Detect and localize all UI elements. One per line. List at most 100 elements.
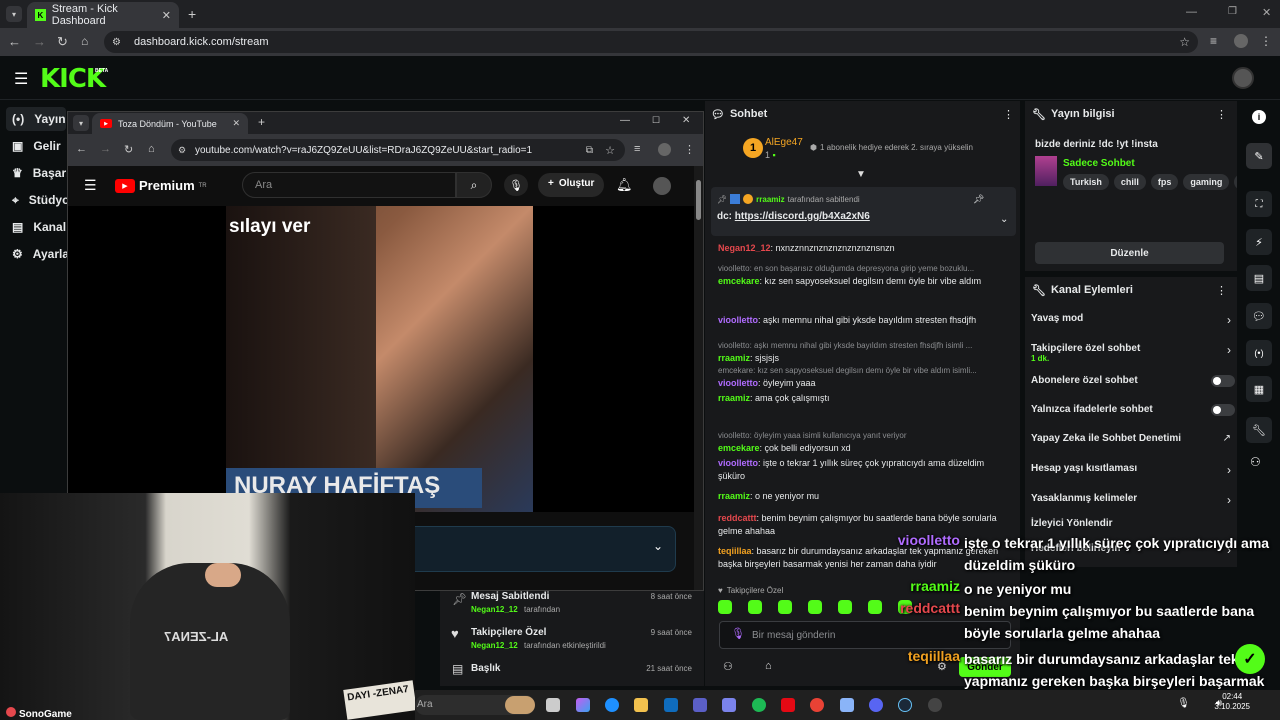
emote-icon[interactable] [718, 600, 732, 614]
microphone-icon[interactable]: 🎙︎ [731, 627, 745, 640]
chevron-right-icon[interactable]: › [1227, 313, 1231, 327]
unpin-icon[interactable]: 📌︎ [973, 194, 984, 205]
back-icon[interactable]: ← [76, 143, 87, 155]
tab-list-icon[interactable]: ▾ [6, 6, 22, 22]
chat-message[interactable]: vioolletto: aşkı memnu nihal gibi yksde … [718, 314, 1008, 327]
channel-action-item[interactable]: Abonelere özel sohbet [1031, 375, 1235, 399]
chat-username[interactable]: rraamiz [718, 353, 750, 363]
copilot-icon[interactable] [576, 698, 590, 712]
site-info-icon[interactable]: ⚙ [112, 37, 121, 48]
layout-icon[interactable]: ▦ [1246, 376, 1272, 402]
lightning-icon[interactable]: ⚡︎ [1246, 229, 1272, 255]
edit-pencil-icon[interactable]: ✎ [1246, 143, 1272, 169]
profile-avatar[interactable] [658, 143, 671, 156]
new-tab-button[interactable]: + [258, 115, 265, 129]
reply-context[interactable]: vioolletto: aşkı memnu nihal gibi yksde … [718, 339, 1008, 352]
bookmark-star-icon[interactable]: ☆ [1179, 35, 1190, 49]
close-window-icon[interactable]: ✕ [1262, 6, 1271, 19]
category-name[interactable]: Sadece Sohbet [1063, 158, 1135, 169]
close-tab-icon[interactable]: ✕ [162, 9, 171, 22]
yt-search-input[interactable]: Ara [242, 172, 456, 198]
chat-tools-icon[interactable]: ⚇ [723, 660, 733, 673]
sidebar-item-yayin[interactable]: (•) Yayın [12, 106, 66, 132]
chat-username[interactable]: reddcattt [718, 513, 757, 523]
close-tab-icon[interactable]: ✕ [232, 118, 240, 129]
yt-avatar[interactable] [653, 177, 671, 195]
settings-app-icon[interactable] [840, 698, 854, 712]
channel-action-item[interactable]: Hesap yaşı kısıtlaması › [1031, 463, 1231, 487]
store-icon[interactable]: ⌂ [765, 660, 772, 672]
tag[interactable]: gaming [1183, 174, 1230, 190]
tag[interactable]: fu [1234, 174, 1237, 190]
stream-info-menu-icon[interactable]: ⋮ [1216, 108, 1227, 121]
chat-message[interactable]: vioolletto: aşkı memnu nihal gibi yksde … [718, 339, 1008, 365]
outlook-icon[interactable] [664, 698, 678, 712]
netflix-icon[interactable] [781, 698, 795, 712]
browser-menu-icon[interactable]: ⋮ [684, 143, 695, 156]
minimize-icon[interactable]: — [1186, 6, 1197, 18]
tools-icon[interactable]: 🔧︎ [1246, 417, 1272, 443]
maximize-icon[interactable]: ☐ [652, 115, 660, 126]
edge-icon[interactable] [605, 698, 619, 712]
activity-user[interactable]: Negan12_12 [471, 605, 518, 614]
chat-menu-icon[interactable]: ⋮ [1003, 108, 1014, 121]
sidebar-item-ayarla[interactable]: ⚙ Ayarla [12, 241, 69, 267]
home-icon[interactable]: ⌂ [148, 143, 155, 155]
reply-context[interactable]: vioolletto: öyleyim yaaa isimli kullanıc… [718, 429, 1008, 442]
channel-action-item[interactable]: Takipçilere özel sohbet 1 dk. › [1031, 343, 1231, 367]
chat-message[interactable]: vioolletto: en son başarısız olduğumda d… [718, 262, 1008, 288]
chat-username[interactable]: teqiillaa [718, 546, 752, 556]
chat-icon[interactable]: 💬︎ [1246, 303, 1272, 329]
minimize-icon[interactable]: — [620, 115, 630, 126]
browser-menu-icon[interactable]: ⋮ [1260, 34, 1272, 48]
site-info-icon[interactable]: ⚙ [178, 145, 186, 156]
sidebar-item-gelir[interactable]: ▣ Gelir [12, 133, 61, 159]
home-icon[interactable]: ⌂ [81, 34, 88, 48]
chat-message[interactable]: rraamiz: ama çok çalışmıştı [718, 392, 1008, 405]
task-view-icon[interactable] [546, 698, 560, 712]
emote-icon[interactable] [868, 600, 882, 614]
mic-tray-icon[interactable]: 🎙︎ [1177, 698, 1190, 709]
chat-username[interactable]: emcekare [718, 443, 760, 453]
emote-icon[interactable] [808, 600, 822, 614]
forward-icon[interactable]: → [33, 34, 46, 49]
activity-user[interactable]: Negan12_12 [471, 641, 518, 650]
channel-action-item[interactable]: Yavaş mod › [1031, 313, 1231, 337]
obs-icon[interactable] [928, 698, 942, 712]
app-grid-icon[interactable] [722, 698, 736, 712]
yt-logo[interactable]: ▶ Premium TR [115, 178, 207, 193]
emote-icon[interactable] [778, 600, 792, 614]
media-controls-icon[interactable]: ≡ [1210, 34, 1217, 48]
reply-context[interactable]: vioolletto: en son başarısız olduğumda d… [718, 262, 1008, 275]
browser-tab[interactable]: K Stream - Kick Dashboard ✕ [27, 2, 179, 28]
yt-video-player[interactable]: sılayı ver NURAY HAFİFTAŞ [68, 206, 694, 512]
channel-action-item[interactable]: Yapay Zeka ile Sohbet Denetimi ↗ [1031, 433, 1231, 457]
chat-username[interactable]: vioolletto [718, 378, 758, 388]
reply-context[interactable]: emcekare: kız sen sapyoseksuel degilsın … [718, 364, 1008, 377]
document-icon[interactable]: ▤ [1246, 265, 1272, 291]
sidebar-item-basari[interactable]: ♛ Başarı [12, 160, 69, 186]
spotify-icon[interactable] [752, 698, 766, 712]
teams-icon[interactable] [693, 698, 707, 712]
chevron-right-icon[interactable]: › [1227, 343, 1231, 357]
sidebar-item-kanal[interactable]: ▤ Kanal [12, 214, 66, 240]
new-tab-button[interactable]: + [188, 6, 196, 22]
forward-icon[interactable]: → [100, 143, 111, 155]
user-avatar[interactable] [1232, 67, 1254, 89]
chat-message[interactable]: vioolletto: öyleyim yaaa isimli kullanıc… [718, 429, 1008, 455]
emote-icon[interactable] [748, 600, 762, 614]
check-icon[interactable]: ✓ [1235, 644, 1265, 674]
focus-icon[interactable]: ⛶ [1246, 191, 1272, 217]
channel-action-item[interactable]: Yasaklanmış kelimeler › [1031, 493, 1231, 517]
chat-username[interactable]: rraamiz [718, 393, 750, 403]
chat-message[interactable]: Negan12_12: nxnzznnznznznznznznznsnzn [718, 242, 1008, 255]
volume-icon[interactable]: 🔊︎ [1216, 698, 1222, 709]
create-button[interactable]: + Oluştur [538, 173, 605, 197]
tag[interactable]: fps [1150, 174, 1179, 190]
discord-icon[interactable] [869, 698, 883, 712]
emote-icon[interactable] [838, 600, 852, 614]
hamburger-menu-icon[interactable]: ☰ [14, 69, 28, 89]
yt-address-bar[interactable]: ⚙ youtube.com/watch?v=raJ6ZQ9ZeUU&list=R… [171, 139, 625, 161]
tag[interactable]: chill [1113, 174, 1146, 190]
chat-message[interactable]: rraamiz: o ne yeniyor mu [718, 490, 1008, 503]
